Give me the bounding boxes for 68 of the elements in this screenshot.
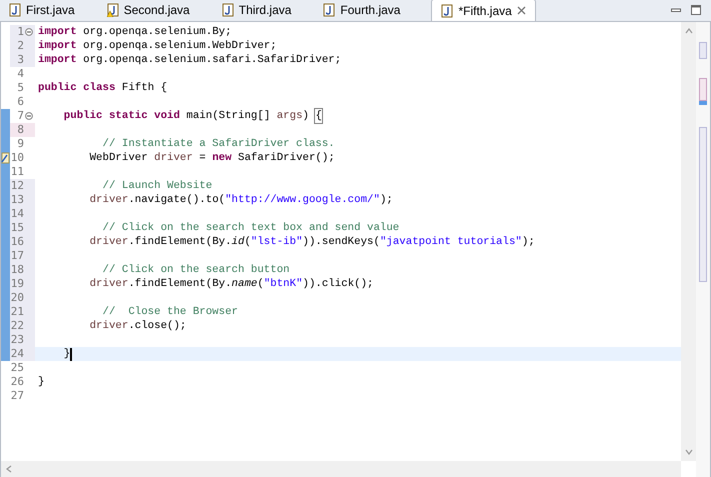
- overview-marker[interactable]: [699, 127, 707, 282]
- editor-tab[interactable]: First.java: [0, 0, 84, 21]
- code-line: }: [62, 347, 72, 361]
- collapse-icon[interactable]: [24, 112, 32, 120]
- close-icon[interactable]: [516, 6, 526, 15]
- code-line: driver.navigate().to("http://www.google.com/");: [88, 193, 393, 207]
- line-number: 27: [10, 389, 24, 403]
- java-file-icon: [222, 3, 234, 17]
- maximize-icon[interactable]: [691, 5, 701, 15]
- line-number: 17: [10, 249, 24, 263]
- text-cursor: [70, 348, 72, 360]
- code-line: import org.openqa.selenium.By;: [37, 25, 232, 39]
- scroll-up-icon[interactable]: [684, 28, 692, 34]
- scroll-left-icon[interactable]: [5, 465, 13, 473]
- line-number: 5: [17, 81, 24, 95]
- code-line: driver.close();: [88, 319, 186, 333]
- code-line: // Click on the search text box and send value: [102, 221, 400, 235]
- overview-marker[interactable]: [699, 42, 707, 59]
- code-line: // Close the Browser: [102, 305, 238, 319]
- code-line: }: [37, 375, 44, 389]
- code-line: public static void main(String[] args) {: [62, 109, 322, 123]
- line-number: 23: [10, 333, 24, 347]
- code-line: // Launch Website: [102, 179, 212, 193]
- line-number: 20: [10, 291, 24, 305]
- code-line: // Click on the search button: [102, 263, 290, 277]
- line-number: 25: [10, 361, 24, 375]
- code-line: driver.findElement(By.id("lst-ib")).sendKeys("javatpoint tutorials");: [88, 235, 535, 249]
- line-number: 9: [17, 137, 24, 151]
- editor-tab[interactable]: Third.java: [212, 0, 300, 21]
- horizontal-scrollbar[interactable]: [1, 461, 681, 477]
- editor-tab[interactable]: *Fifth.java: [431, 0, 536, 21]
- line-number: 13: [10, 193, 24, 207]
- java-file-warning-icon: [106, 3, 119, 17]
- collapse-icon[interactable]: [24, 28, 32, 36]
- line-number: 19: [10, 277, 24, 291]
- java-file-icon: [441, 4, 454, 18]
- overview-marker[interactable]: [699, 78, 707, 101]
- editor-tab[interactable]: Fourth.java: [314, 0, 410, 21]
- line-number: 26: [10, 375, 24, 389]
- line-number: 21: [10, 305, 24, 319]
- java-file-icon: [323, 3, 336, 17]
- line-number: 15: [10, 221, 24, 235]
- java-file-icon: [9, 3, 21, 17]
- code-line: WebDriver driver = new SafariDriver();: [88, 151, 335, 165]
- line-number: 12: [10, 179, 24, 193]
- scroll-down-icon[interactable]: [684, 449, 692, 455]
- line-number: 2: [17, 39, 24, 53]
- line-number: 3: [17, 53, 24, 67]
- line-number: 14: [10, 207, 24, 221]
- line-number: 4: [17, 67, 24, 81]
- line-number: 1: [17, 25, 24, 39]
- line-number: 7: [17, 109, 24, 123]
- code-line: import org.openqa.selenium.safari.SafariDriver;: [37, 53, 342, 67]
- vertical-scrollbar[interactable]: [681, 22, 696, 461]
- line-number: 6: [17, 95, 24, 109]
- editor-tab[interactable]: Second.java: [98, 0, 199, 21]
- line-number: 8: [17, 123, 24, 137]
- code-line: import org.openqa.selenium.WebDriver;: [37, 39, 277, 53]
- line-number: 10: [10, 151, 24, 165]
- code-line: // Instantiate a SafariDriver class.: [102, 137, 335, 151]
- overview-marker[interactable]: [699, 101, 707, 105]
- line-number: 11: [10, 165, 24, 179]
- line-number: 22: [10, 319, 24, 333]
- code-line: driver.findElement(By.name("btnK")).click();: [88, 277, 374, 291]
- line-number: 16: [10, 235, 24, 249]
- line-number: 18: [10, 263, 24, 277]
- code-line: public class Fifth {: [37, 81, 168, 95]
- line-number: 24: [10, 347, 24, 361]
